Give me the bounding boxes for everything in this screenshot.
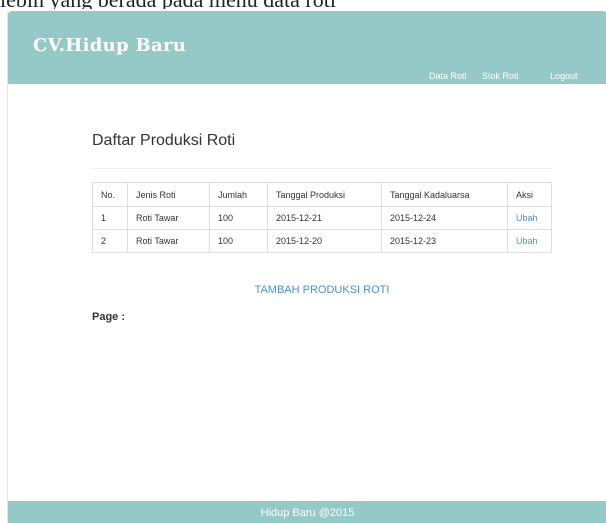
cell-no: 2 — [92, 229, 128, 253]
production-table: No. Jenis Roti Jumlah Tanggal Produksi T… — [92, 182, 552, 253]
cropped-top-text: lebih yang berada pada menu data roti — [0, 0, 606, 9]
cell-aksi: Ubah — [507, 229, 552, 253]
table-header-row: No. Jenis Roti Jumlah Tanggal Produksi T… — [92, 182, 552, 207]
nav-stok-roti-link[interactable]: Stok Roti — [482, 71, 519, 81]
cell-aksi: Ubah — [507, 206, 552, 230]
cell-tanggal-kadaluarsa: 2015-12-23 — [381, 229, 508, 253]
tambah-produksi-link[interactable]: TAMBAH PRODUKSI ROTI — [92, 284, 552, 296]
header-jenis-roti: Jenis Roti — [127, 182, 210, 207]
nav-data-roti-link[interactable]: Data Roti — [429, 71, 467, 81]
table-row: 2 Roti Tawar 100 2015-12-20 2015-12-23 U… — [92, 229, 552, 253]
header-tanggal-kadaluarsa: Tanggal Kadaluarsa — [381, 182, 508, 207]
cell-jumlah: 100 — [209, 206, 268, 230]
cell-jumlah: 100 — [209, 229, 268, 253]
title-divider — [92, 168, 552, 169]
cell-tanggal-produksi: 2015-12-20 — [267, 229, 382, 253]
cell-jenis-roti: Roti Tawar — [127, 206, 210, 230]
cell-tanggal-produksi: 2015-12-21 — [267, 206, 382, 230]
footer: Hidup Baru @2015 — [8, 501, 606, 523]
browser-page: CV.Hidup Baru Data Roti Stok Roti Logout… — [7, 11, 606, 523]
pagination-label: Page : — [92, 311, 126, 323]
cell-no: 1 — [92, 206, 128, 230]
page-title: Daftar Produksi Roti — [92, 132, 236, 149]
brand-logo[interactable]: CV.Hidup Baru — [33, 35, 186, 56]
header-tanggal-produksi: Tanggal Produksi — [267, 182, 382, 207]
ubah-link[interactable]: Ubah — [516, 213, 538, 223]
navbar: CV.Hidup Baru Data Roti Stok Roti Logout — [8, 11, 606, 84]
header-aksi: Aksi — [507, 182, 552, 207]
screenshot: lebih yang berada pada menu data roti CV… — [0, 0, 606, 523]
header-jumlah: Jumlah — [209, 182, 268, 207]
cell-jenis-roti: Roti Tawar — [127, 229, 210, 253]
header-no: No. — [92, 182, 128, 207]
ubah-link[interactable]: Ubah — [516, 236, 538, 246]
nav-logout-link[interactable]: Logout — [550, 71, 578, 81]
table-row: 1 Roti Tawar 100 2015-12-21 2015-12-24 U… — [92, 206, 552, 230]
cell-tanggal-kadaluarsa: 2015-12-24 — [381, 206, 508, 230]
